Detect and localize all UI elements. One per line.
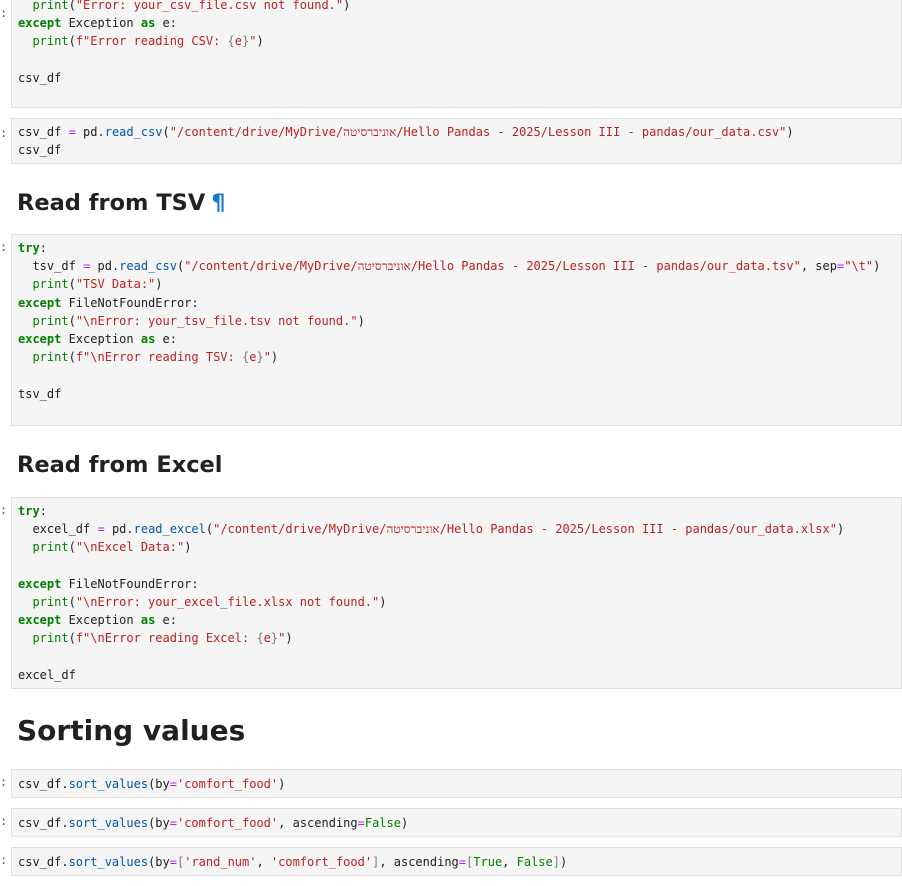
anchor-link-icon[interactable]: ¶: [211, 190, 225, 216]
code-cell-read-excel[interactable]: try: excel_df = pd.read_excel("/content/…: [11, 497, 902, 689]
cell-prompt: :: [0, 6, 8, 20]
code-cell-sort-multi[interactable]: csv_df.sort_values(by=['rand_num', 'comf…: [11, 847, 902, 876]
cell-prompt: :: [0, 814, 8, 828]
heading-text: Read from TSV: [17, 190, 206, 216]
cell-prompt: :: [0, 775, 8, 789]
heading-text: Read from Excel: [17, 452, 223, 478]
heading-read-excel: Read from Excel: [17, 452, 223, 478]
code-editor[interactable]: csv_df = pd.read_csv("/content/drive/MyD…: [12, 123, 901, 159]
code-editor[interactable]: csv_df.sort_values(by='comfort_food', as…: [12, 814, 901, 832]
code-editor[interactable]: csv_df.sort_values(by='comfort_food'): [12, 775, 901, 793]
cell-prompt: :: [0, 240, 8, 254]
heading-sorting-values: Sorting values: [17, 714, 245, 747]
code-editor[interactable]: print("Error: your_csv_file.csv not foun…: [12, 0, 901, 87]
code-editor[interactable]: csv_df.sort_values(by=['rand_num', 'comf…: [12, 853, 901, 871]
code-editor[interactable]: try: excel_df = pd.read_excel("/content/…: [12, 502, 901, 684]
code-cell-sort-basic[interactable]: csv_df.sort_values(by='comfort_food'): [11, 769, 902, 798]
heading-read-tsv: Read from TSV ¶: [17, 190, 226, 216]
heading-text: Sorting values: [17, 714, 246, 747]
code-cell-csv-try[interactable]: print("Error: your_csv_file.csv not foun…: [11, 0, 902, 108]
code-editor[interactable]: try: tsv_df = pd.read_csv("/content/driv…: [12, 239, 901, 403]
cell-prompt: :: [0, 853, 8, 867]
cell-prompt: :: [0, 126, 8, 140]
code-cell-read-csv[interactable]: csv_df = pd.read_csv("/content/drive/MyD…: [11, 118, 902, 164]
code-cell-sort-descending[interactable]: csv_df.sort_values(by='comfort_food', as…: [11, 808, 902, 837]
code-cell-read-tsv[interactable]: try: tsv_df = pd.read_csv("/content/driv…: [11, 234, 902, 426]
cell-prompt: :: [0, 503, 8, 517]
